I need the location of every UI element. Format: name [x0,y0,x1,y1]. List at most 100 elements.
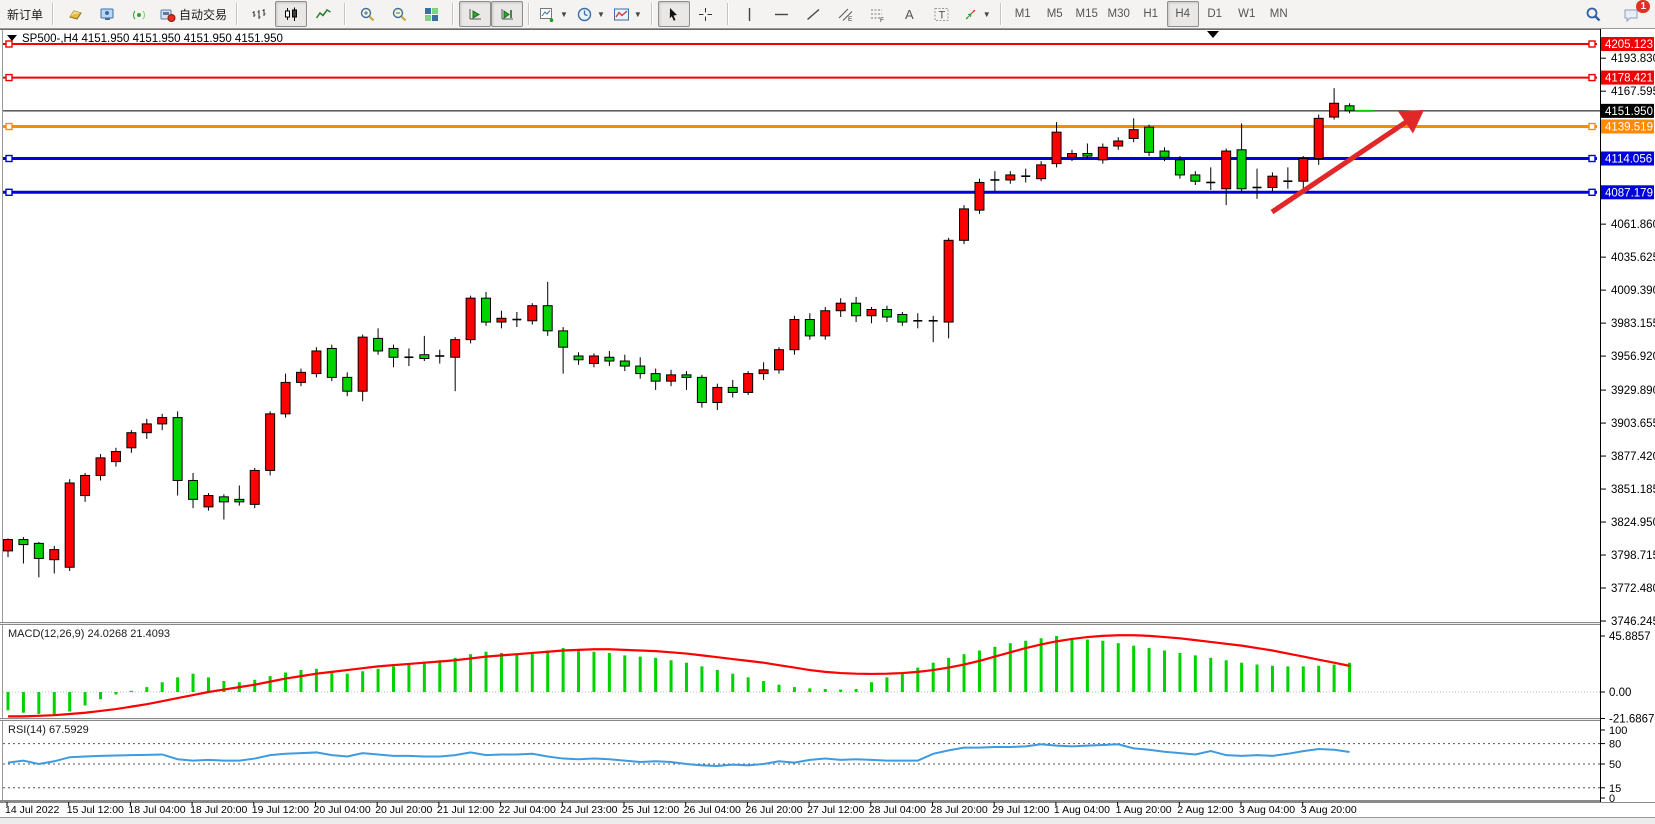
hline-anchor[interactable] [1589,41,1595,47]
zoom-in-button[interactable] [351,1,383,27]
hline-anchor[interactable] [6,123,12,129]
toolbar-group: E FA T ▼ [731,0,998,28]
svg-text:-21.6867: -21.6867 [1609,713,1654,725]
tile-windows-button[interactable] [415,1,447,27]
auto-scroll-button[interactable] [459,1,491,27]
gold-icon [67,6,84,23]
svg-text:18 Jul 20:00: 18 Jul 20:00 [190,804,247,816]
zoomout-icon [391,6,408,23]
timeframe-button-m15[interactable]: M15 [1071,1,1103,27]
price-chart[interactable]: 4193.8304167.5954061.8604035.6254009.390… [0,29,1655,824]
zoomin-icon [359,6,376,23]
hline-anchor[interactable] [1589,75,1595,81]
svg-text:45.8857: 45.8857 [1609,631,1651,643]
clock-icon [576,6,593,23]
chevron-down-icon: ▼ [983,10,991,19]
svg-text:19 Jul 12:00: 19 Jul 12:00 [252,804,309,816]
line-chart-button[interactable] [307,1,339,27]
timeframe-button-m5[interactable]: M5 [1039,1,1071,27]
svg-text:26 Jul 04:00: 26 Jul 04:00 [684,804,741,816]
timeframe-button-h4[interactable]: H4 [1167,1,1199,27]
periods-button[interactable]: ▼ [572,1,609,27]
monitor-icon [99,6,116,23]
toolbar-group: 自动交易 [56,0,234,28]
arrows-button[interactable]: ▼ [958,1,995,27]
chart-window[interactable]: 4193.8304167.5954061.8604035.6254009.390… [0,29,1655,824]
hline-anchor[interactable] [1589,189,1595,195]
hline-anchor[interactable] [1589,123,1595,129]
svg-text:3 Aug 04:00: 3 Aug 04:00 [1239,804,1295,816]
svg-text:80: 80 [1609,739,1621,751]
text-label-button[interactable]: T [926,1,958,27]
horizontal-line-button[interactable] [766,1,798,27]
timeframe-button-w1[interactable]: W1 [1231,1,1263,27]
svg-text:3877.420: 3877.420 [1611,451,1655,463]
candles-icon [283,6,300,23]
channel-icon: E [837,6,854,23]
fibonacci-button[interactable]: F [862,1,894,27]
toolbar-group: 新订单 [0,0,50,28]
trendline-button[interactable] [798,1,830,27]
notification-badge: 1 [1636,0,1650,13]
svg-text:1 Aug 04:00: 1 Aug 04:00 [1054,804,1110,816]
svg-text:14 Jul 2022: 14 Jul 2022 [5,804,59,816]
svg-text:28 Jul 20:00: 28 Jul 20:00 [931,804,988,816]
timeframe-button-m30[interactable]: M30 [1103,1,1135,27]
vertical-line-button[interactable] [734,1,766,27]
search-icon [1585,6,1602,23]
bar-chart-button[interactable] [243,1,275,27]
svg-text:18 Jul 04:00: 18 Jul 04:00 [128,804,185,816]
equidistant-channel-button[interactable]: E [830,1,862,27]
signals-button[interactable] [123,1,155,27]
timeframe-button-h1[interactable]: H1 [1135,1,1167,27]
timeframe-button-d1[interactable]: D1 [1199,1,1231,27]
svg-text:4009.390: 4009.390 [1611,285,1655,297]
toolbar: 新订单自动交易▼▼▼EFAT▼M1M5M15M30H1H4D1W1MN1 [0,0,1655,29]
toolbar-separator [236,3,238,25]
templates-button[interactable]: ▼ [609,1,646,27]
svg-text:4139.519: 4139.519 [1605,121,1653,133]
candlestick-chart-button[interactable] [275,1,307,27]
chartshift-icon [499,6,516,23]
svg-text:E: E [848,16,853,23]
zoom-out-button[interactable] [383,1,415,27]
svg-text:29 Jul 12:00: 29 Jul 12:00 [992,804,1049,816]
hline-anchor[interactable] [6,189,12,195]
svg-text:28 Jul 04:00: 28 Jul 04:00 [869,804,926,816]
market-watch-button[interactable] [91,1,123,27]
auto-trading-button[interactable]: 自动交易 [155,1,231,27]
hline-anchor[interactable] [6,156,12,162]
tile-icon [423,6,440,23]
cursor-button[interactable] [658,1,690,27]
autotrade-icon [159,6,176,23]
crosshair-button[interactable] [690,1,722,27]
svg-text:3851.185: 3851.185 [1611,484,1655,496]
toolbar-group [655,0,725,28]
hline-anchor[interactable] [6,41,12,47]
chart-window-button[interactable] [59,1,91,27]
text-button[interactable]: A [894,1,926,27]
svg-text:22 Jul 04:00: 22 Jul 04:00 [499,804,556,816]
hline-anchor[interactable] [6,75,12,81]
cursor-icon [665,6,682,23]
template-icon [613,6,630,23]
svg-text:4035.625: 4035.625 [1611,252,1655,264]
chevron-down-icon: ▼ [560,10,568,19]
svg-text:100: 100 [1609,725,1627,737]
svg-text:24 Jul 23:00: 24 Jul 23:00 [560,804,617,816]
svg-text:A: A [905,7,914,22]
hline-anchor[interactable] [1589,156,1595,162]
arrows-icon [962,6,979,23]
svg-text:3824.950: 3824.950 [1611,517,1655,529]
timeframe-button-mn[interactable]: MN [1263,1,1295,27]
auto-trading-button-label: 自动交易 [179,6,227,23]
bars-icon [251,6,268,23]
chat-button[interactable]: 1 [1615,2,1647,26]
search-button[interactable] [1577,1,1609,27]
timeframe-button-m1[interactable]: M1 [1007,1,1039,27]
svg-text:T: T [939,9,946,21]
chart-shift-button[interactable] [491,1,523,27]
textA-icon: A [901,6,918,23]
new-chart-button[interactable]: ▼ [535,1,572,27]
new-order-button[interactable]: 新订单 [3,1,47,27]
